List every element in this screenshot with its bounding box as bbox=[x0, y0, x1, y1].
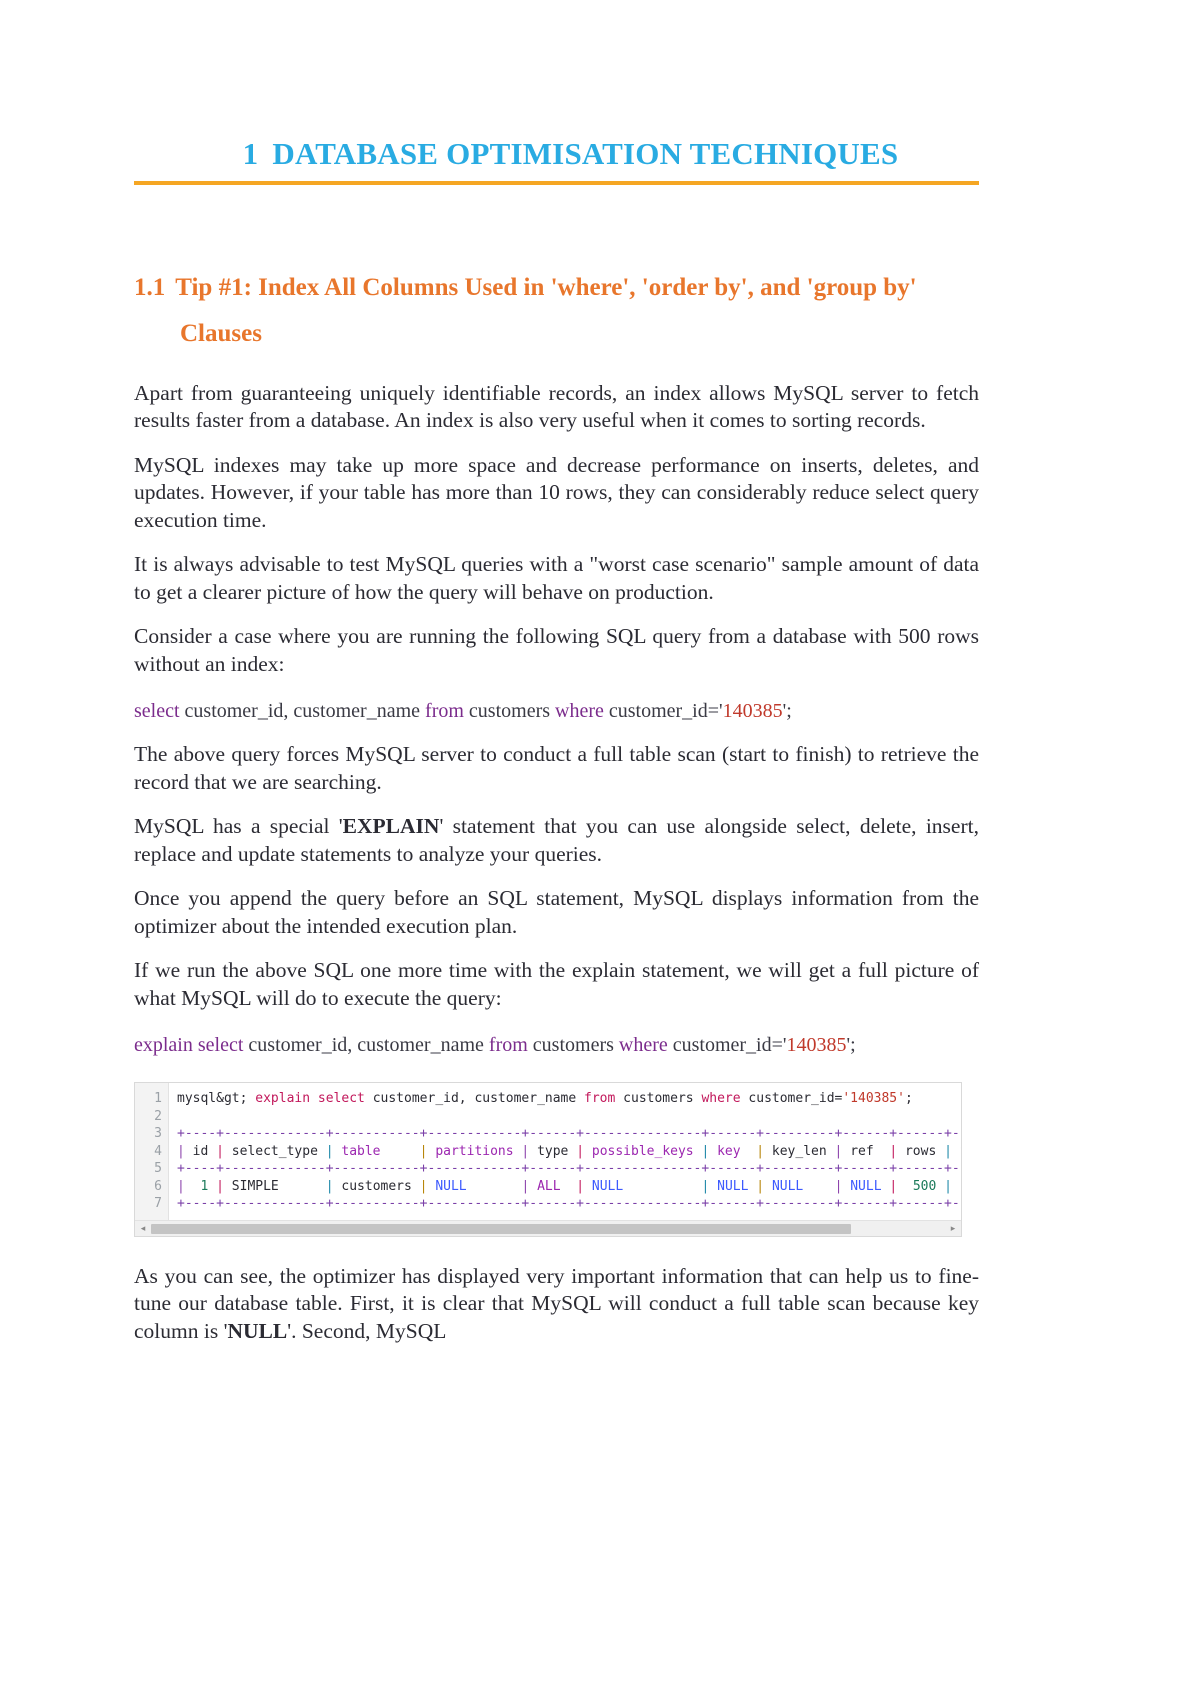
sql-predicate-right-2: '; bbox=[846, 1034, 856, 1057]
paragraph-9: As you can see, the optimizer has displa… bbox=[134, 1263, 979, 1346]
sql-predicate-left: customer_id=' bbox=[603, 700, 723, 723]
line-number: 6 bbox=[154, 1178, 162, 1194]
paragraph-4: Consider a case where you are running th… bbox=[134, 624, 979, 676]
sql-predicate-right: '; bbox=[782, 700, 792, 723]
sql-query-line-2: explain select customer_id, customer_nam… bbox=[134, 1032, 979, 1058]
paragraph-2: MySQL indexes may take up more space and… bbox=[134, 452, 979, 532]
line-number: 7 bbox=[154, 1196, 162, 1212]
sql-keyword-from-2: from bbox=[488, 1034, 528, 1057]
paragraph-6: MySQL has a special 'EXPLAIN' statement … bbox=[134, 813, 979, 868]
section-number: 1.1 bbox=[134, 274, 166, 302]
page-title: 1 DATABASE OPTIMISATION TECHNIQUES bbox=[134, 135, 979, 172]
title-text: DATABASE OPTIMISATION TECHNIQUES bbox=[272, 136, 899, 171]
paragraph-9-b: '. Second, MySQL bbox=[287, 1318, 447, 1343]
explain-keyword: EXPLAIN bbox=[342, 814, 440, 839]
paragraph-7: Once you append the query before an SQL … bbox=[134, 886, 979, 938]
paragraph-1: Apart from guaranteeing uniquely identif… bbox=[134, 380, 979, 433]
sql-keyword-from: from bbox=[425, 700, 464, 723]
scroll-left-icon[interactable]: ◂ bbox=[135, 1220, 151, 1236]
sql-keyword-explain-select: explain select bbox=[134, 1034, 244, 1057]
document-page: 1 DATABASE OPTIMISATION TECHNIQUES 1.1 Tip… bbox=[0, 0, 1200, 1698]
document-content: 1 DATABASE OPTIMISATION TECHNIQUES 1.1 Tip… bbox=[134, 0, 979, 1346]
sql-columns: customer_id, customer_name bbox=[179, 700, 426, 723]
section-heading: 1.1 Tip #1: Index All Columns Used in 'wh… bbox=[134, 265, 979, 358]
sql-keyword-where: where bbox=[555, 700, 604, 723]
paragraph-5: The above query forces MySQL server to c… bbox=[134, 742, 979, 794]
sql-query-line-1: select customer_id, customer_name from c… bbox=[134, 698, 979, 724]
line-number: 4 bbox=[154, 1143, 162, 1159]
line-number: 5 bbox=[154, 1161, 162, 1177]
terminal-code-block: 1 2 3 4 5 6 7 mysql&gt; explain select c… bbox=[134, 1082, 962, 1237]
scroll-right-icon[interactable]: ▸ bbox=[945, 1220, 961, 1236]
sql-string-value-2: 140385 bbox=[786, 1034, 847, 1057]
line-number: 1 bbox=[154, 1091, 162, 1107]
null-keyword: NULL bbox=[227, 1318, 288, 1343]
scrollbar-thumb[interactable] bbox=[151, 1223, 851, 1234]
sql-keyword-select: select bbox=[134, 700, 180, 723]
sql-predicate-left-2: customer_id=' bbox=[667, 1034, 787, 1057]
sql-table: customers bbox=[463, 700, 556, 723]
code-inner: 1 2 3 4 5 6 7 mysql&gt; explain select c… bbox=[135, 1083, 961, 1220]
paragraph-8: If we run the above SQL one more time wi… bbox=[134, 958, 979, 1010]
title-divider bbox=[134, 181, 979, 186]
paragraph-6-a: MySQL has a special ' bbox=[134, 814, 343, 839]
code-scroll-viewport[interactable]: mysql&gt; explain select customer_id, cu… bbox=[169, 1083, 961, 1220]
horizontal-scrollbar[interactable]: ◂ ▸ bbox=[135, 1219, 961, 1236]
sql-columns-2: customer_id, customer_name bbox=[243, 1034, 489, 1057]
sql-keyword-where-2: where bbox=[618, 1034, 668, 1057]
line-number-gutter: 1 2 3 4 5 6 7 bbox=[135, 1083, 169, 1220]
sql-string-value: 140385 bbox=[722, 700, 783, 723]
sql-table-2: customers bbox=[527, 1034, 619, 1057]
title-number: 1 bbox=[242, 136, 259, 171]
code-text: mysql&gt; explain select customer_id, cu… bbox=[177, 1091, 961, 1212]
title-block: 1 DATABASE OPTIMISATION TECHNIQUES bbox=[134, 135, 979, 186]
section-title: Tip #1: Index All Columns Used in 'where… bbox=[175, 274, 917, 348]
line-number: 2 bbox=[154, 1108, 162, 1124]
line-number: 3 bbox=[154, 1126, 162, 1142]
paragraph-3: It is always advisable to test MySQL que… bbox=[134, 552, 979, 604]
